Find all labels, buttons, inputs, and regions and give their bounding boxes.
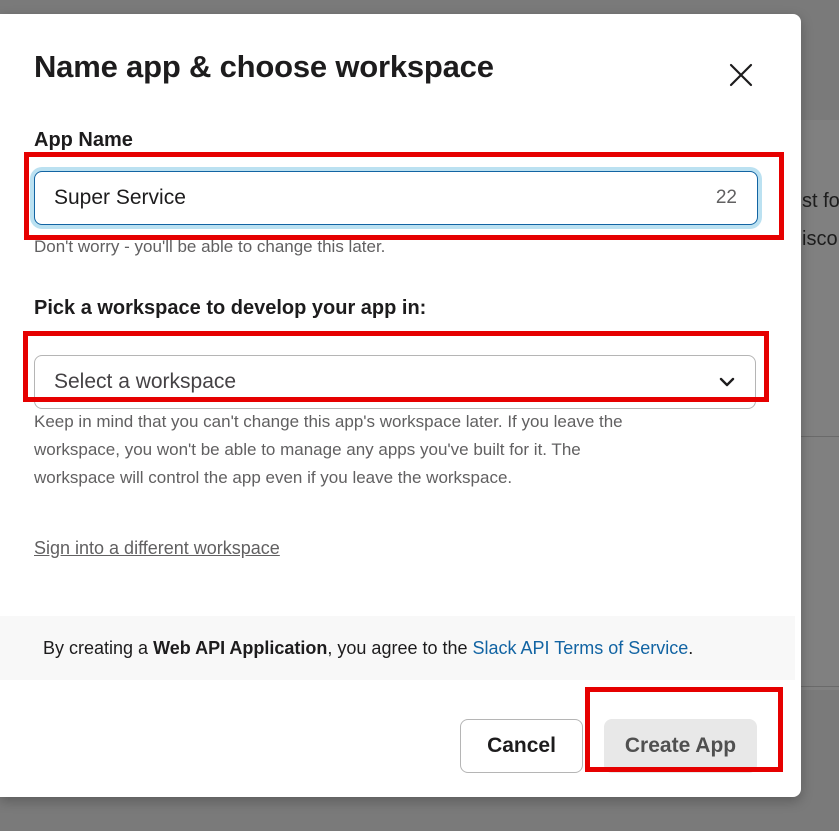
- char-count: 22: [715, 187, 737, 208]
- terms-prefix: By creating a: [43, 637, 154, 658]
- cancel-button[interactable]: Cancel: [460, 719, 583, 773]
- terms-app-type: Web API Application: [153, 637, 328, 658]
- workspace-select-value: Select a workspace: [54, 370, 237, 393]
- terms-footer: By creating a Web API Application, you a…: [0, 616, 795, 680]
- close-button[interactable]: [722, 56, 760, 94]
- create-app-dialog: Name app & choose workspace App Name 22 …: [0, 14, 801, 797]
- background-divider: [800, 686, 839, 687]
- app-name-field[interactable]: 22: [34, 171, 758, 225]
- app-name-hint: Don't worry - you'll be able to change t…: [34, 237, 386, 256]
- terms-text: By creating a Web API Application, you a…: [43, 638, 693, 659]
- terms-of-service-link[interactable]: Slack API Terms of Service: [473, 638, 689, 658]
- close-icon: [729, 63, 753, 87]
- create-app-button[interactable]: Create App: [604, 719, 757, 773]
- workspace-hint-line: Keep in mind that you can't change this …: [34, 412, 623, 431]
- workspace-hint: Keep in mind that you can't change this …: [34, 408, 623, 492]
- workspace-hint-line: workspace will control the app even if y…: [34, 468, 513, 487]
- background-text-2: isco: [802, 228, 838, 250]
- workspace-hint-line: workspace, you won't be able to manage a…: [34, 440, 581, 459]
- sign-in-link[interactable]: Sign into a different workspace: [34, 538, 280, 559]
- chevron-down-icon: [719, 377, 735, 387]
- dialog-title: Name app & choose workspace: [34, 49, 494, 84]
- terms-middle: , you agree to the: [327, 637, 473, 658]
- workspace-select[interactable]: Select a workspace: [34, 355, 756, 409]
- app-name-label: App Name: [34, 129, 133, 151]
- terms-suffix: .: [688, 637, 694, 658]
- background-text-1: st fo: [802, 190, 839, 212]
- background-divider: [800, 436, 839, 437]
- workspace-label: Pick a workspace to develop your app in:: [34, 297, 427, 319]
- app-name-input[interactable]: [35, 186, 716, 210]
